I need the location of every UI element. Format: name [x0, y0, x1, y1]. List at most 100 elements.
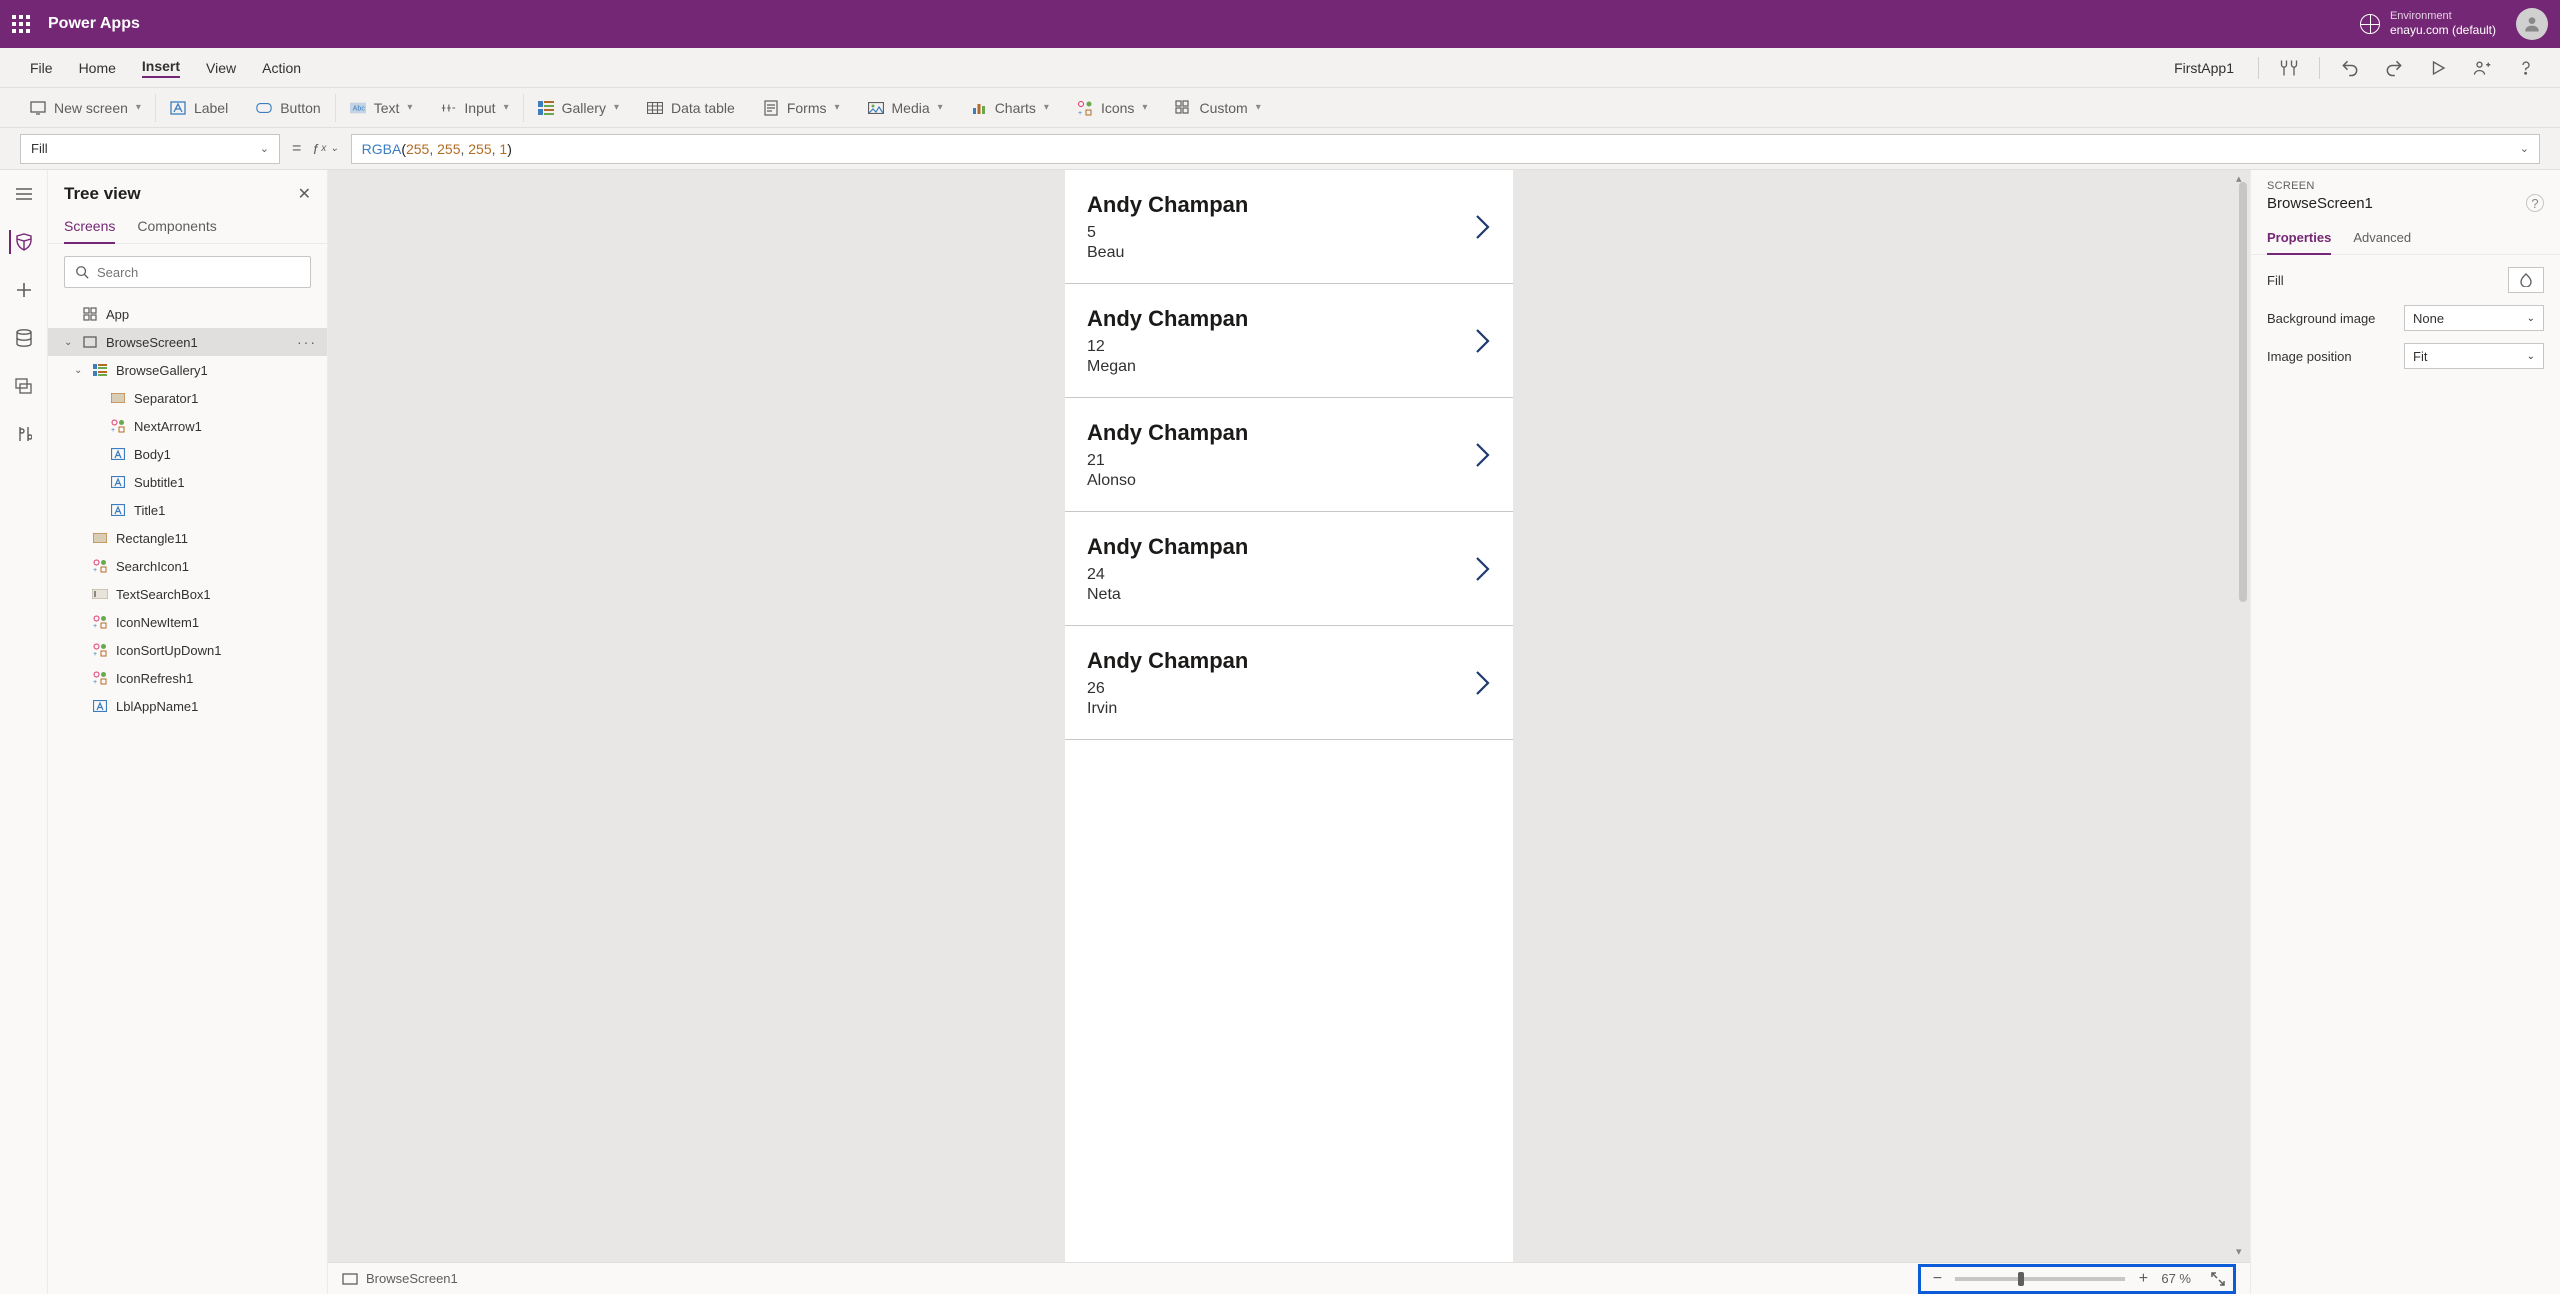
tab-properties[interactable]: Properties — [2267, 222, 2331, 255]
gallery-item[interactable]: Andy Champan26Irvin — [1065, 626, 1513, 740]
gallery-item[interactable]: Andy Champan5Beau — [1065, 170, 1513, 284]
menu-view[interactable]: View — [206, 60, 236, 76]
help-icon[interactable]: ? — [2526, 194, 2544, 212]
media-panel-icon[interactable] — [12, 374, 36, 398]
tree-item-lblappname1[interactable]: LblAppName1 — [48, 692, 327, 720]
label-button[interactable]: Label — [156, 88, 242, 128]
tree-item-iconrefresh1[interactable]: +IconRefresh1 — [48, 664, 327, 692]
tree-item-subtitle1[interactable]: Subtitle1 — [48, 468, 327, 496]
share-icon[interactable] — [2468, 54, 2496, 82]
insert-ribbon: New screen ▾ Label Button Abc Text ▾ Inp… — [0, 88, 2560, 128]
gallery-item[interactable]: Andy Champan24Neta — [1065, 512, 1513, 626]
tree-item-title1[interactable]: Title1 — [48, 496, 327, 524]
next-arrow-icon[interactable] — [1473, 555, 1491, 583]
app-canvas[interactable]: Andy Champan5BeauAndy Champan12MeganAndy… — [1065, 170, 1513, 1262]
tree-title: Tree view — [64, 184, 141, 204]
zoom-out-button[interactable]: − — [1929, 1270, 1945, 1288]
text-button[interactable]: Abc Text ▾ — [336, 88, 427, 128]
tools-icon[interactable] — [12, 422, 36, 446]
media-button[interactable]: Media ▾ — [854, 88, 957, 128]
scroll-down-icon[interactable]: ▾ — [2236, 1245, 2242, 1258]
zoom-in-button[interactable]: + — [2135, 1270, 2151, 1288]
tree-search[interactable] — [64, 256, 311, 288]
datatable-button[interactable]: Data table — [633, 88, 749, 128]
button-button[interactable]: Button — [242, 88, 334, 128]
menu-home[interactable]: Home — [79, 60, 116, 76]
icons-icon: + — [92, 558, 108, 574]
canvas-scroll[interactable]: Andy Champan5BeauAndy Champan12MeganAndy… — [328, 170, 2250, 1262]
separator — [2319, 57, 2320, 79]
tree-view-icon[interactable] — [9, 230, 33, 254]
color-picker-icon — [2519, 273, 2533, 287]
bg-image-select[interactable]: None ⌄ — [2404, 305, 2544, 331]
app-checker-icon[interactable] — [2275, 54, 2303, 82]
tree-list[interactable]: App⌄BrowseScreen1···⌄BrowseGallery1Separ… — [48, 300, 327, 1294]
tree-item-browsegallery1[interactable]: ⌄BrowseGallery1 — [48, 356, 327, 384]
gallery-item[interactable]: Andy Champan12Megan — [1065, 284, 1513, 398]
tree-item-searchicon1[interactable]: +SearchIcon1 — [48, 552, 327, 580]
img-pos-select[interactable]: Fit ⌄ — [2404, 343, 2544, 369]
tab-advanced[interactable]: Advanced — [2353, 222, 2411, 254]
next-arrow-icon[interactable] — [1473, 213, 1491, 241]
tree-item-iconnewitem1[interactable]: +IconNewItem1 — [48, 608, 327, 636]
tree-item-label: IconNewItem1 — [116, 615, 199, 630]
menu-file[interactable]: File — [30, 60, 53, 76]
app-launcher-icon[interactable] — [12, 15, 30, 33]
forms-button[interactable]: Forms ▾ — [749, 88, 854, 128]
expand-icon[interactable] — [2211, 1272, 2225, 1286]
tab-screens[interactable]: Screens — [64, 210, 115, 244]
tree-item-label: TextSearchBox1 — [116, 587, 211, 602]
close-icon[interactable]: ✕ — [298, 184, 311, 204]
next-arrow-icon[interactable] — [1473, 669, 1491, 697]
icons-button[interactable]: + Icons ▾ — [1063, 88, 1162, 128]
expander-icon[interactable]: ⌄ — [74, 365, 84, 376]
zoom-slider[interactable] — [1955, 1277, 2125, 1281]
tree-item-body1[interactable]: Body1 — [48, 440, 327, 468]
fx-icon[interactable]: fx ⌄ — [313, 141, 338, 157]
tree-item-iconsortupdown1[interactable]: +IconSortUpDown1 — [48, 636, 327, 664]
tree-item-nextarrow1[interactable]: +NextArrow1 — [48, 412, 327, 440]
tree-item-textsearchbox1[interactable]: TextSearchBox1 — [48, 580, 327, 608]
environment-picker[interactable]: Environment enayu.com (default) — [2360, 10, 2496, 38]
play-icon[interactable] — [2424, 54, 2452, 82]
more-icon[interactable]: ··· — [297, 334, 317, 350]
help-icon[interactable] — [2512, 54, 2540, 82]
gallery-button[interactable]: Gallery ▾ — [524, 88, 633, 128]
add-icon[interactable] — [12, 278, 36, 302]
hamburger-icon[interactable] — [12, 182, 36, 206]
fill-color-picker[interactable] — [2508, 267, 2544, 293]
tree-item-separator1[interactable]: Separator1 — [48, 384, 327, 412]
chevron-down-icon[interactable]: ⌄ — [2520, 142, 2529, 155]
tree-item-rectangle11[interactable]: Rectangle11 — [48, 524, 327, 552]
charts-button[interactable]: Charts ▾ — [957, 88, 1063, 128]
redo-icon[interactable] — [2380, 54, 2408, 82]
tree-item-app[interactable]: App — [48, 300, 327, 328]
scroll-thumb[interactable] — [2239, 182, 2247, 602]
next-arrow-icon[interactable] — [1473, 441, 1491, 469]
status-screen-name: BrowseScreen1 — [366, 1271, 458, 1286]
undo-icon[interactable] — [2336, 54, 2364, 82]
app-name[interactable]: FirstApp1 — [2174, 60, 2234, 76]
app-icon — [82, 306, 98, 322]
new-screen-button[interactable]: New screen ▾ — [16, 88, 155, 128]
label-icon — [92, 698, 108, 714]
menu-action[interactable]: Action — [262, 60, 301, 76]
tab-components[interactable]: Components — [137, 210, 216, 243]
user-avatar[interactable] — [2516, 8, 2548, 40]
expander-icon[interactable]: ⌄ — [64, 337, 74, 348]
tree-item-browsescreen1[interactable]: ⌄BrowseScreen1··· — [48, 328, 327, 356]
formula-input[interactable]: RGBA(255, 255, 255, 1) ⌄ — [351, 134, 2540, 164]
search-input[interactable] — [97, 265, 300, 280]
custom-button[interactable]: Custom ▾ — [1161, 88, 1274, 128]
canvas-scrollbar[interactable]: ▴ ▾ — [2238, 176, 2248, 1254]
rect-icon — [110, 390, 126, 406]
property-selector[interactable]: Fill ⌄ — [20, 134, 280, 164]
icons-icon: + — [92, 642, 108, 658]
input-icon — [440, 100, 456, 116]
data-icon[interactable] — [12, 326, 36, 350]
menu-insert[interactable]: Insert — [142, 58, 180, 78]
chevron-down-icon: ⌄ — [260, 142, 269, 155]
input-button[interactable]: Input ▾ — [426, 88, 522, 128]
next-arrow-icon[interactable] — [1473, 327, 1491, 355]
gallery-item[interactable]: Andy Champan21Alonso — [1065, 398, 1513, 512]
